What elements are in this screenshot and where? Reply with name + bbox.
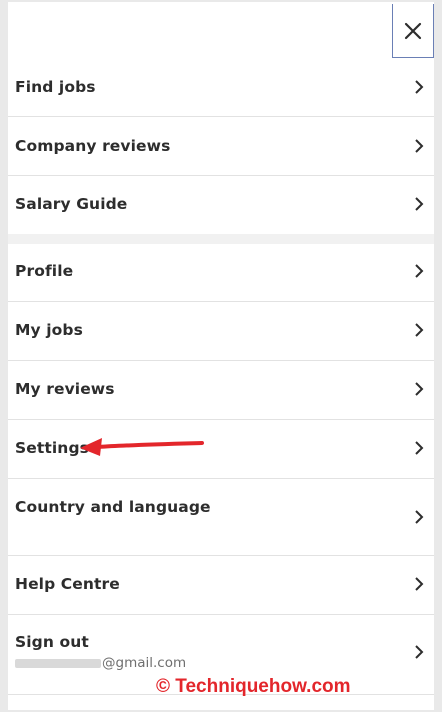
close-button[interactable] [392,4,434,58]
chevron-right-icon [415,382,424,396]
chevron-right-icon [415,441,424,455]
chevron-right-icon [415,510,424,524]
menu-item-company-reviews[interactable]: Company reviews [8,117,434,176]
close-icon [404,22,422,39]
chevron-right-icon [415,264,424,278]
chevron-right-icon [415,323,424,337]
menu-item-label: Salary Guide [15,195,128,213]
chevron-right-icon [415,577,424,591]
menu-item-profile[interactable]: Profile [8,244,434,302]
menu-item-my-reviews[interactable]: My reviews [8,361,434,420]
account-email: @gmail.com [15,655,186,671]
menu-item-label: Help Centre [15,575,120,593]
chevron-right-icon [415,80,424,94]
chevron-right-icon [415,139,424,153]
menu-item-label: My jobs [15,321,83,339]
menu-item-help-centre[interactable]: Help Centre [8,556,434,615]
menu-item-label: Sign out [15,633,89,651]
menu-item-my-jobs[interactable]: My jobs [8,302,434,361]
menu-item-label: My reviews [15,380,115,398]
chevron-right-icon [415,645,424,659]
annotation-arrow-icon [80,438,204,456]
menu-item-label: Find jobs [15,78,96,96]
watermark: © Techniquehow.com [156,676,351,697]
menu-item-label: Company reviews [15,137,171,155]
navigation-menu: Find jobs Company reviews Salary Guide P… [8,2,434,710]
menu-item-settings[interactable]: Settings [8,420,434,479]
section-divider [8,234,434,244]
menu-item-label: Country and language [15,498,211,516]
chevron-right-icon [415,197,424,211]
menu-item-country-language[interactable]: Country and language [8,479,434,556]
menu-item-salary-guide[interactable]: Salary Guide [8,176,434,234]
email-domain: @gmail.com [102,655,187,671]
menu-item-find-jobs[interactable]: Find jobs [8,58,434,117]
menu-item-label: Profile [15,262,74,280]
email-redacted [15,658,101,668]
